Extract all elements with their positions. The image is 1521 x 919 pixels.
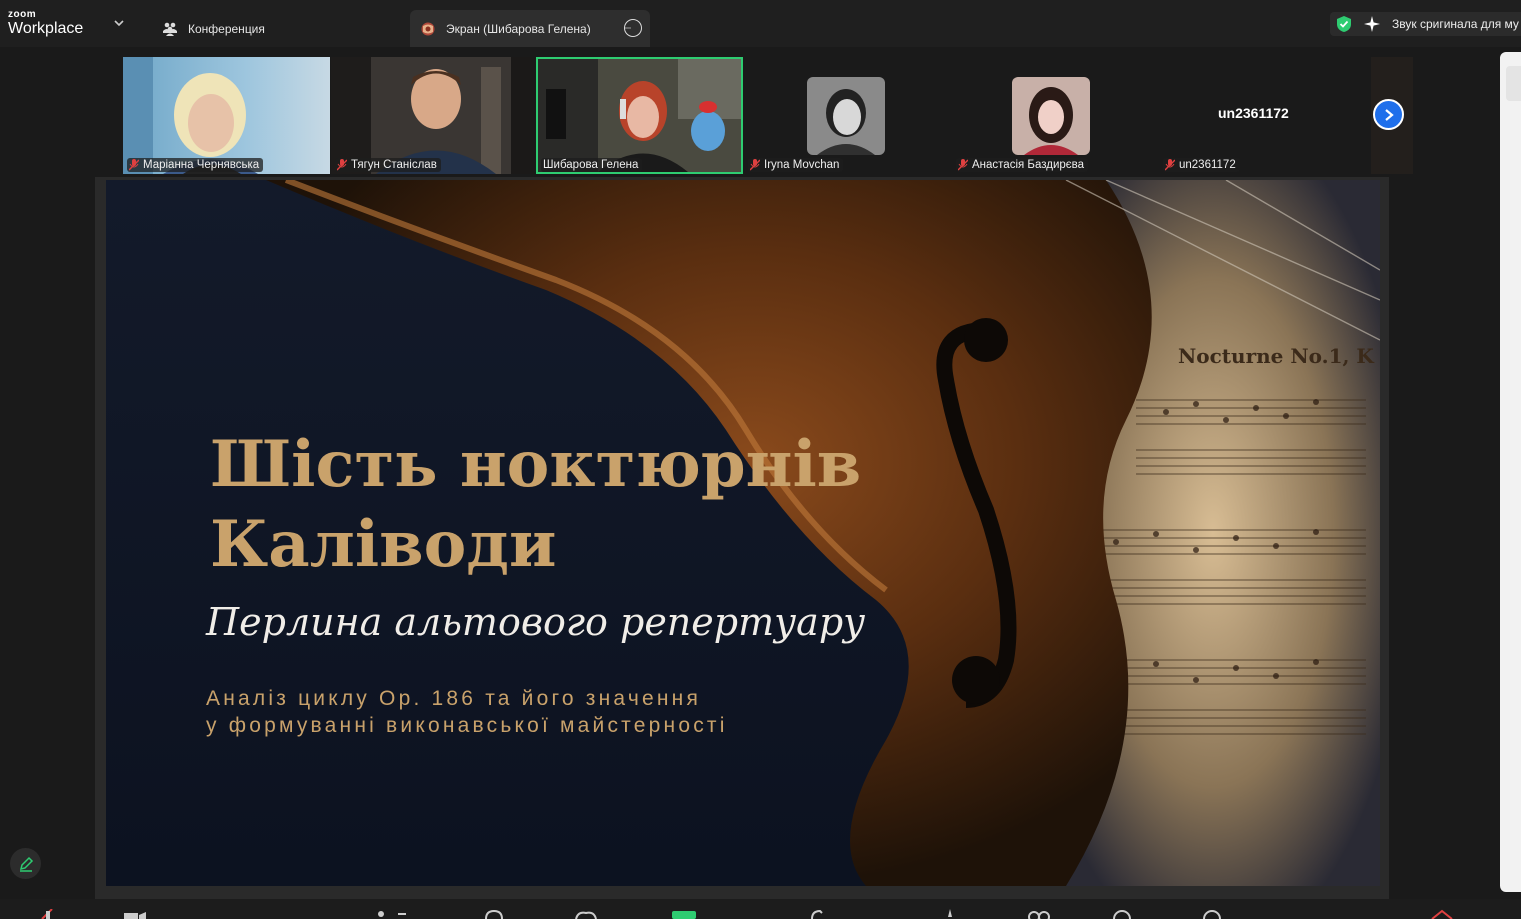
original-sound-notice[interactable]: Звук сригинала для му	[1330, 12, 1521, 36]
pencil-icon	[19, 856, 33, 872]
participant-filmstrip: Маріанна Чернявська Тягун Станіслав Шиба…	[123, 57, 1413, 174]
record-icon[interactable]	[808, 909, 828, 919]
settings-icon[interactable]	[1200, 909, 1224, 919]
side-panel-edge[interactable]	[1500, 52, 1521, 892]
participant-name-tag: un2361172	[1163, 158, 1240, 172]
participant-name: Анастасія Баздирєва	[972, 159, 1085, 171]
mic-muted-icon	[129, 159, 139, 171]
participant-name: Iryna Movchan	[764, 159, 840, 171]
slide-description-line2: у формуванні виконавської майстерності	[206, 714, 728, 737]
participant-name-tag: Шибарова Гелена	[541, 158, 643, 172]
participant-avatar	[807, 77, 885, 155]
people-icon	[163, 22, 177, 36]
sparkle-icon	[1364, 16, 1380, 32]
more-icon[interactable]	[1110, 909, 1134, 919]
participant-name-tag: Анастасія Баздирєва	[956, 158, 1089, 172]
tab-screen-share[interactable]: Экран (Шибарова Гелена)	[410, 10, 650, 47]
annotate-button[interactable]	[10, 848, 41, 879]
chevron-down-icon[interactable]	[113, 17, 125, 29]
participant-tile[interactable]: Маріанна Чернявська	[123, 57, 330, 174]
title-bar: zoom Workplace Конференция Экран (Шибаро…	[0, 0, 1521, 47]
slide-description: Аналіз циклу Ор. 186 та його значення у …	[206, 685, 728, 739]
ai-companion-icon[interactable]	[940, 909, 960, 919]
participant-display-name: un2361172	[1218, 105, 1289, 121]
brand-small: zoom	[8, 9, 37, 20]
participant-name: Шибарова Гелена	[543, 159, 639, 171]
shared-slide: Nocturne No.1, K Шість ноктюрнів Калівод…	[106, 180, 1380, 886]
participant-name: Маріанна Чернявська	[143, 159, 260, 171]
leave-icon[interactable]	[1430, 909, 1454, 919]
slide-title-line1: Шість ноктюрнів	[210, 427, 862, 502]
tab-meeting-label: Конференция	[188, 21, 265, 36]
participants-icon[interactable]	[376, 909, 406, 919]
slide-subtitle: Перлина альтового репертуару	[206, 600, 866, 644]
chat-icon[interactable]	[484, 909, 504, 919]
mic-muted-icon	[958, 159, 968, 171]
video-icon[interactable]	[124, 909, 148, 919]
tab-screen-share-label: Экран (Шибарова Гелена)	[446, 21, 591, 36]
more-options-icon[interactable]	[624, 19, 642, 37]
mic-muted-icon	[750, 159, 760, 171]
original-sound-label: Звук сригинала для му	[1392, 17, 1519, 31]
participant-tile-active[interactable]: Шибарова Гелена	[536, 57, 743, 174]
participant-name-tag: Тягун Станіслав	[335, 158, 441, 172]
apps-icon[interactable]	[1026, 909, 1050, 919]
sheet-music-title: Nocturne No.1, K	[1178, 344, 1374, 368]
share-screen-icon[interactable]	[672, 909, 696, 919]
reactions-icon[interactable]	[574, 909, 598, 919]
participant-video	[538, 59, 741, 172]
mic-muted-icon	[337, 159, 347, 171]
mic-muted-icon[interactable]	[38, 909, 58, 919]
participant-tile[interactable]: Анастасія Баздирєва	[952, 57, 1158, 174]
participant-video	[331, 57, 535, 174]
mic-muted-icon	[1165, 159, 1175, 171]
participant-tile[interactable]: Iryna Movchan	[744, 57, 951, 174]
participant-name-tag: Iryna Movchan	[748, 158, 844, 172]
screen-share-icon	[421, 22, 435, 35]
chevron-right-icon[interactable]	[1373, 99, 1404, 130]
app-logo: zoom Workplace	[8, 10, 83, 38]
meeting-toolbar	[0, 899, 1521, 919]
participant-name: un2361172	[1179, 159, 1236, 171]
participant-name: Тягун Станіслав	[351, 159, 437, 171]
participant-avatar	[1012, 77, 1090, 155]
slide-description-line1: Аналіз циклу Ор. 186 та його значення	[206, 687, 702, 710]
filmstrip-next[interactable]	[1371, 57, 1413, 174]
side-panel-handle[interactable]	[1506, 66, 1521, 101]
participant-tile[interactable]: Тягун Станіслав	[331, 57, 535, 174]
slide-title-line2: Каліводи	[210, 507, 557, 582]
shield-check-icon	[1337, 16, 1351, 32]
participant-name-tag: Маріанна Чернявська	[127, 158, 264, 172]
brand-big: Workplace	[8, 20, 84, 37]
participant-video	[123, 57, 330, 174]
tab-meeting[interactable]: Конференция	[150, 10, 405, 47]
